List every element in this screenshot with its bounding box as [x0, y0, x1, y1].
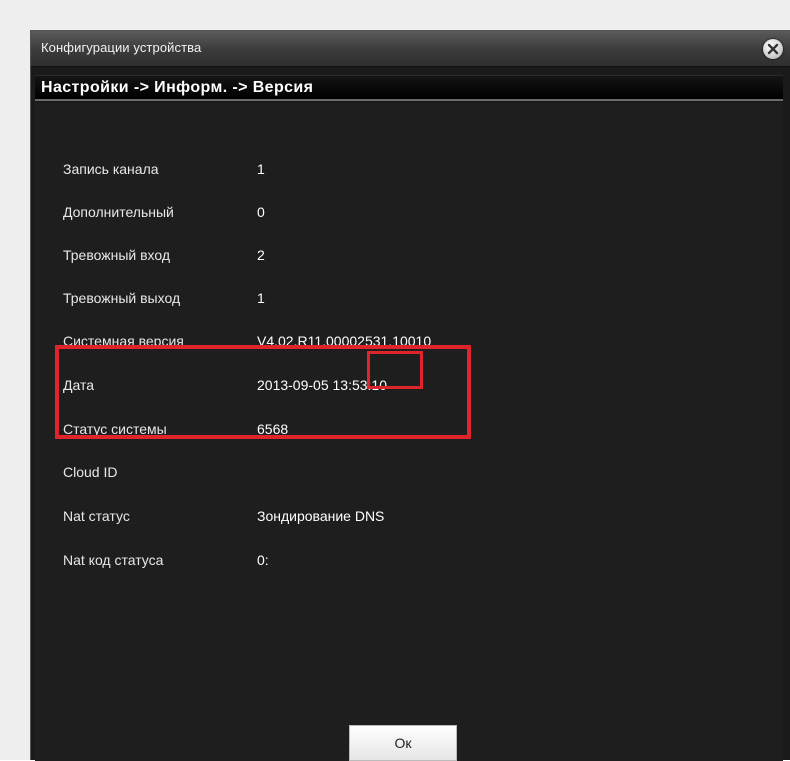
info-label: Дополнительный	[63, 204, 174, 220]
version-number-highlight	[367, 351, 423, 389]
info-value: 2	[257, 247, 265, 263]
info-row-nat-status: Nat статус Зондирование DNS	[35, 508, 735, 530]
info-value: 1	[257, 290, 265, 306]
dialog-titlebar[interactable]: Конфигурации устройства	[31, 31, 790, 67]
info-value: 1	[257, 161, 265, 177]
ok-button[interactable]: Ок	[349, 725, 457, 761]
info-label: Тревожный выход	[63, 290, 181, 306]
info-row-nat-status-code: Nat код статуса 0:	[35, 552, 735, 574]
info-label: Nat статус	[63, 508, 130, 524]
info-row-alarm-input: Тревожный вход 2	[35, 247, 735, 269]
info-value: 0:	[257, 552, 269, 568]
breadcrumb-text: Настройки -> Информ. -> Версия	[41, 79, 314, 96]
info-row-cloud-id: Cloud ID	[35, 464, 735, 486]
info-label: Тревожный вход	[63, 247, 171, 263]
close-icon	[767, 43, 779, 55]
info-label: Nat код статуса	[63, 552, 164, 568]
info-row-additional: Дополнительный 0	[35, 204, 735, 226]
breadcrumb: Настройки -> Информ. -> Версия	[35, 75, 783, 101]
close-button[interactable]	[763, 39, 783, 59]
device-config-dialog: Конфигурации устройства Настройки -> Инф…	[30, 30, 790, 761]
info-label: Запись канала	[63, 161, 159, 177]
version-info-panel: Запись канала 1 Дополнительный 0 Тревожн…	[35, 103, 783, 761]
info-value: Зондирование DNS	[257, 508, 385, 524]
info-value: 0	[257, 204, 265, 220]
info-row-alarm-output: Тревожный выход 1	[35, 290, 735, 312]
dialog-title: Конфигурации устройства	[41, 40, 202, 55]
info-label: Cloud ID	[63, 464, 118, 480]
info-row-channel-record: Запись канала 1	[35, 161, 735, 183]
